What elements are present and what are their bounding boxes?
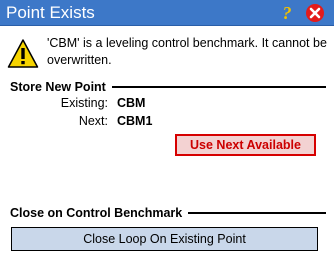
next-value: CBM1 <box>117 114 153 128</box>
group-divider <box>111 86 326 88</box>
window-title: Point Exists <box>6 3 95 22</box>
close-icon[interactable] <box>306 4 324 22</box>
store-new-point-group: Store New Point <box>10 79 326 95</box>
next-label: Next: <box>78 114 108 128</box>
title-bar: Point Exists ? <box>0 0 334 26</box>
group-divider <box>188 212 326 214</box>
help-icon[interactable]: ? <box>277 3 297 23</box>
message-text: 'CBM' is a leveling control benchmark. I… <box>47 36 327 67</box>
use-next-available-button[interactable]: Use Next Available <box>175 134 316 156</box>
warning-icon <box>7 39 39 68</box>
existing-value: CBM <box>117 96 146 110</box>
close-on-control-group: Close on Control Benchmark <box>10 205 326 221</box>
group-title-store-new-point: Store New Point <box>10 80 106 94</box>
existing-label: Existing: <box>60 96 108 110</box>
group-title-close-on-control: Close on Control Benchmark <box>10 206 183 220</box>
close-loop-button[interactable]: Close Loop On Existing Point <box>11 227 318 251</box>
